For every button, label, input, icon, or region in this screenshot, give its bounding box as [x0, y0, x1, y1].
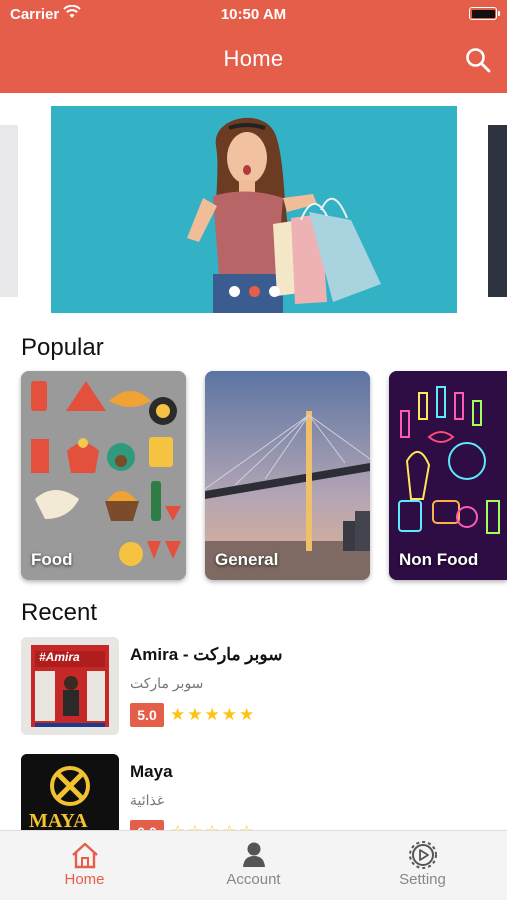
store-thumbnail: #Amira [21, 637, 119, 735]
bridge-illustration [205, 371, 370, 580]
store-category: سوبر ماركت [130, 675, 204, 691]
recent-heading: Recent [21, 599, 98, 626]
carousel-dot-active[interactable] [248, 286, 260, 297]
tab-bar: Home Account Setting [0, 830, 507, 900]
tab-home[interactable]: Home [0, 831, 169, 900]
store-thumbnail: MAYA [21, 754, 119, 830]
tab-label: Home [64, 871, 105, 888]
home-icon [71, 842, 98, 869]
category-card-non-food[interactable]: Non Food [389, 371, 507, 580]
thumbnail-text: #Amira [39, 650, 80, 664]
status-bar: Carrier 10:50 AM [0, 0, 507, 28]
store-name: Amira - سوبر ماركت [130, 645, 283, 664]
carousel-dot[interactable] [268, 286, 280, 297]
category-label: Food [31, 550, 73, 569]
category-label: General [215, 550, 279, 569]
account-icon [242, 842, 265, 867]
food-illustration [21, 371, 186, 580]
battery-icon [469, 7, 500, 20]
rating-badge: 5.0 [130, 703, 164, 727]
shopping-woman-image [51, 106, 457, 313]
page-title: Home [223, 46, 284, 71]
top-bar: Carrier 10:50 AM Home [0, 0, 507, 93]
tab-label: Setting [399, 871, 446, 888]
list-item[interactable]: #Amira Amira - سوبر ماركت سوبر ماركت 5.0… [21, 637, 491, 737]
banner-next-slide[interactable] [488, 125, 507, 297]
cosmetics-illustration [389, 371, 507, 580]
category-card-food[interactable]: Food [21, 371, 186, 580]
carousel-dots [51, 286, 457, 297]
carousel-dot[interactable] [228, 286, 240, 297]
tab-label: Account [226, 871, 281, 888]
store-name: Maya [130, 762, 173, 781]
settings-icon [408, 841, 437, 869]
thumbnail-text: MAYA [29, 810, 88, 830]
tab-setting[interactable]: Setting [338, 831, 507, 900]
category-label: Non Food [399, 550, 479, 569]
search-icon[interactable] [464, 46, 492, 74]
store-category: غذائية [130, 792, 165, 808]
tab-account[interactable]: Account [169, 831, 338, 900]
category-card-general[interactable]: General [205, 371, 370, 580]
popular-heading: Popular [21, 334, 104, 361]
banner-previous-slide[interactable] [0, 125, 18, 297]
star-rating: ★★★★★ [170, 705, 257, 725]
status-time: 10:50 AM [220, 6, 287, 23]
banner-slide[interactable] [51, 106, 457, 313]
